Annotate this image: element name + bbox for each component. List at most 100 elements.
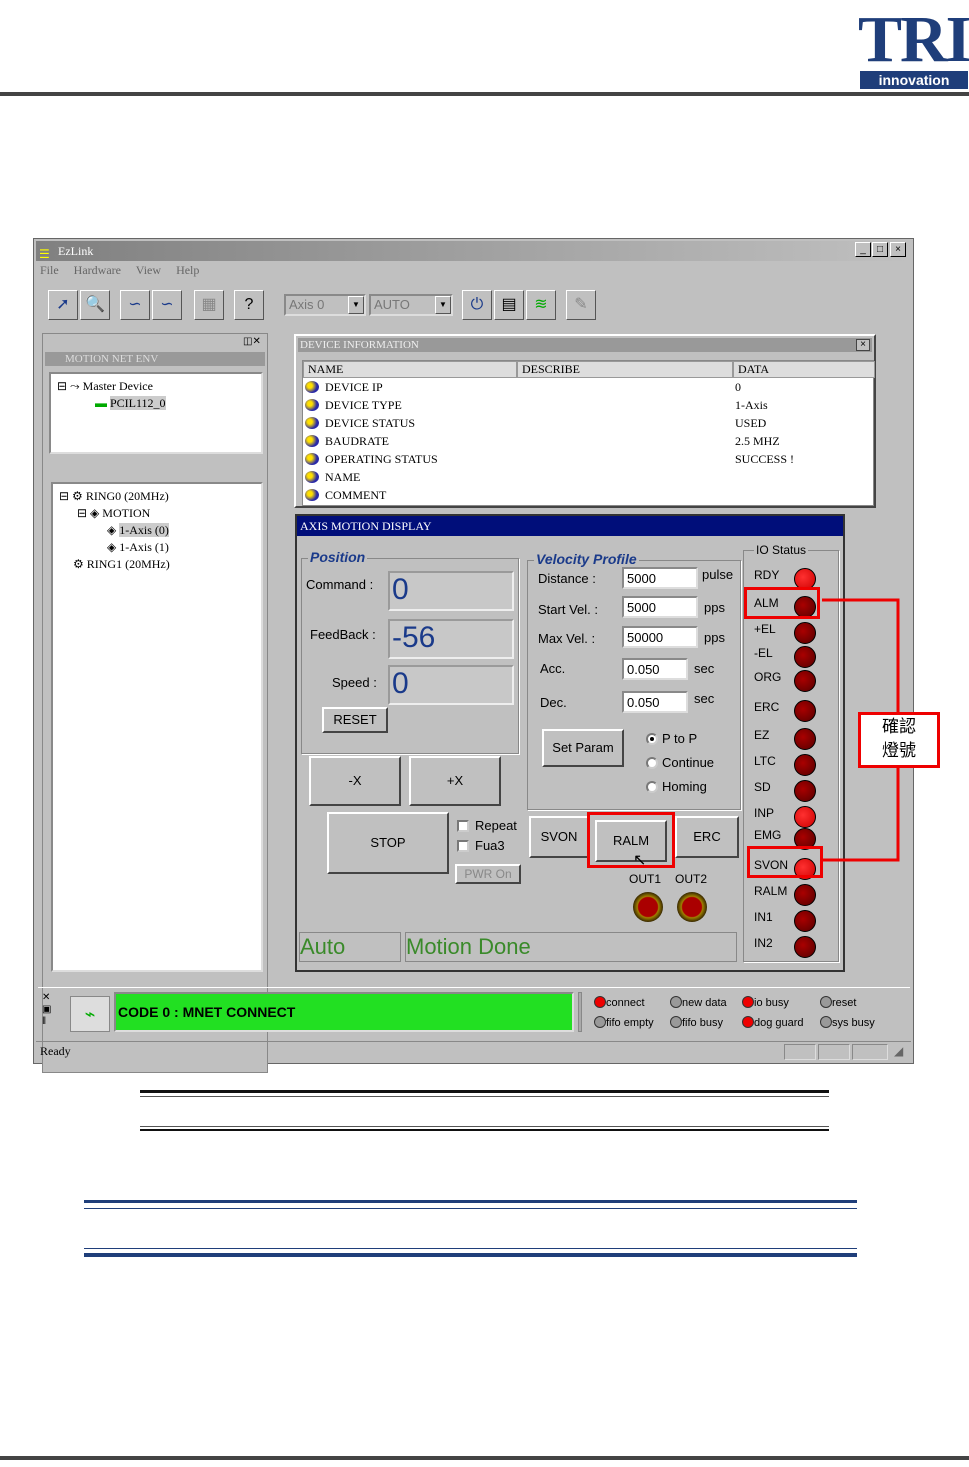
chevron-down-icon: ▼ (435, 296, 451, 314)
bar-controls-icon[interactable]: ✕ ▣ ‖ (42, 992, 54, 1028)
max-vel-input[interactable] (622, 626, 698, 648)
flag-grid: connect new data io busy reset fifo empt… (594, 992, 904, 1036)
window-titlebar: ☰ EzLink (36, 241, 911, 261)
tree-item-pcil[interactable]: ▬ PCIL112_0 (57, 395, 255, 412)
menu-file[interactable]: File (40, 263, 59, 277)
maximize-button[interactable]: □ (872, 242, 888, 257)
repeat-label: Repeat (475, 818, 517, 833)
table-row[interactable]: NAME (305, 468, 360, 486)
out1-label: OUT1 (629, 872, 662, 886)
save-icon[interactable]: ▤ (494, 290, 524, 320)
tree-item-axis1[interactable]: ◈ 1-Axis (1) (59, 539, 255, 556)
axis-motion-panel: AXIS MOTION DISPLAY Position Command : 0… (295, 514, 845, 972)
flag-io-busy: io busy (742, 996, 789, 1009)
unlink-icon[interactable]: ∽ (152, 290, 182, 320)
start-vel-input[interactable] (622, 596, 698, 618)
menu-view[interactable]: View (136, 263, 161, 277)
annotation-label: 確認 燈號 (858, 712, 940, 768)
hardware-icon[interactable]: ▦ (194, 290, 224, 320)
set-param-button[interactable]: Set Param (542, 729, 624, 767)
section-rule-thin (84, 1248, 857, 1249)
homing-radio[interactable] (646, 781, 658, 793)
flag-led-fifo-empty (594, 1016, 606, 1028)
connect-icon[interactable]: ➚ (48, 290, 78, 320)
resize-grip-icon[interactable]: ◢ (894, 1042, 903, 1060)
distance-label: Distance : (538, 571, 596, 586)
search-icon[interactable]: 🔍 (80, 290, 110, 320)
mode-status: Auto (299, 932, 401, 962)
table-row[interactable]: OPERATING STATUS (305, 450, 438, 468)
table-row[interactable]: DEVICE STATUS (305, 414, 415, 432)
column-header-describe[interactable]: DESCRIBE (517, 361, 733, 378)
ptop-label: P to P (662, 731, 698, 746)
flag-sys-busy: sys busy (820, 1016, 875, 1029)
motion-status: Motion Done (405, 932, 737, 962)
table-row[interactable]: DEVICE IP (305, 378, 383, 396)
flag-led-reset (820, 996, 832, 1008)
acc-input[interactable] (622, 658, 688, 680)
table-row[interactable]: COMMENT (305, 486, 386, 504)
tree-item-ring0[interactable]: ⊟ ⚙ RING0 (20MHz) (59, 488, 255, 505)
minimize-button[interactable]: _ (855, 242, 871, 257)
out1-toggle[interactable] (633, 892, 663, 922)
help-icon[interactable]: ? (234, 290, 264, 320)
tree-item-master[interactable]: ⊟ ⤳ Master Device (57, 378, 255, 395)
panel-close-icon[interactable]: ◫✕ (243, 336, 261, 347)
max-vel-unit: pps (704, 630, 725, 645)
splitter[interactable] (578, 992, 582, 1032)
menu-hardware[interactable]: Hardware (74, 263, 121, 277)
table-row[interactable]: BAUDRATE (305, 432, 389, 450)
column-header-data[interactable]: DATA (733, 361, 875, 378)
menu-help[interactable]: Help (176, 263, 199, 277)
ptop-radio[interactable] (646, 733, 658, 745)
flag-fifo-empty: fifo empty (594, 1016, 654, 1029)
tree-item-motion[interactable]: ⊟ ◈ MOTION (59, 505, 255, 522)
tree-item-axis0[interactable]: ◈ 1-Axis (0) (59, 522, 255, 539)
ring-tree: ⊟ ⚙ RING0 (20MHz) ⊟ ◈ MOTION ◈ 1-Axis (0… (51, 482, 263, 972)
svon-button[interactable]: SVON (529, 816, 589, 858)
flag-reset: reset (820, 996, 856, 1009)
distance-input[interactable] (622, 567, 698, 589)
mode-select[interactable]: AUTO ▼ (369, 294, 453, 316)
column-header-name[interactable]: NAME (303, 361, 517, 378)
io-led-el (794, 646, 816, 668)
out2-toggle[interactable] (677, 892, 707, 922)
flag-led-fifo-busy (670, 1016, 682, 1028)
repeat-checkbox[interactable] (457, 820, 469, 832)
status-pane-2 (818, 1044, 850, 1060)
info-icon (305, 453, 319, 465)
master-tree: ⊟ ⤳ Master Device ▬ PCIL112_0 (49, 372, 263, 454)
ralm-highlight (587, 812, 675, 868)
device-info-close-icon[interactable]: × (856, 339, 870, 351)
link-icon[interactable]: ∽ (120, 290, 150, 320)
status-bar: Ready ◢ (36, 1041, 911, 1061)
power-icon[interactable]: ⏻ (462, 290, 492, 320)
jog-plus-x-button[interactable]: +X (409, 756, 501, 806)
info-icon (305, 417, 319, 429)
flag-dog-guard: dog guard (742, 1016, 804, 1029)
flag-new-data: new data (670, 996, 727, 1009)
fua3-checkbox[interactable] (457, 840, 469, 852)
close-button[interactable]: × (890, 242, 906, 257)
continue-label: Continue (662, 755, 715, 770)
erc-button[interactable]: ERC (675, 816, 739, 858)
fua3-label: Fua3 (475, 838, 505, 853)
tools-icon[interactable]: ✎ (566, 290, 596, 320)
alm-highlight (744, 587, 820, 619)
acc-label: Acc. (540, 661, 566, 676)
flag-led-io-busy (742, 996, 754, 1008)
pwr-on-button[interactable]: PWR On (455, 864, 521, 884)
menu-bar: File Hardware View Help (40, 263, 211, 278)
axis-select[interactable]: Axis 0 ▼ (284, 294, 366, 316)
flag-led-new-data (670, 996, 682, 1008)
stop-button[interactable]: STOP (327, 812, 449, 874)
monitor-icon[interactable]: ≋ (526, 290, 556, 320)
flag-connect: connect (594, 996, 645, 1009)
table-row[interactable]: DEVICE TYPE (305, 396, 402, 414)
continue-radio[interactable] (646, 757, 658, 769)
jog-minus-x-button[interactable]: -X (309, 756, 401, 806)
dec-input[interactable] (622, 691, 688, 713)
reset-button[interactable]: RESET (322, 707, 388, 733)
io-led-sd (794, 780, 816, 802)
tree-item-ring1[interactable]: ⚙ RING1 (20MHz) (59, 556, 255, 573)
